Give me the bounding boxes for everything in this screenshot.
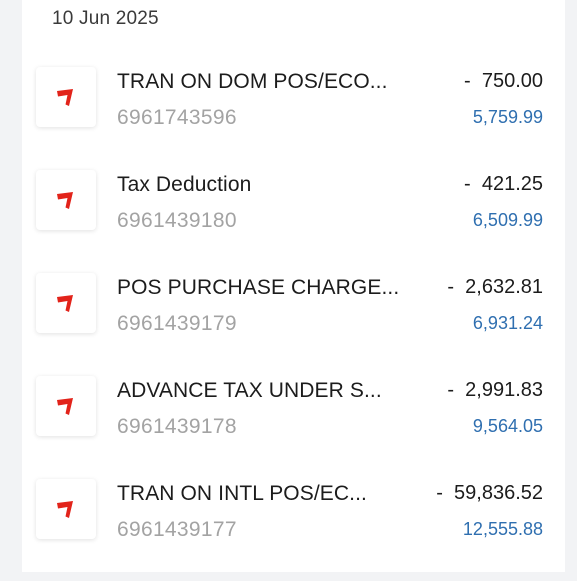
transaction-title: ADVANCE TAX UNDER S...	[117, 379, 382, 402]
transaction-balance: 6,509.99	[472, 210, 543, 230]
transaction-reference: 6961439180	[117, 209, 237, 232]
transaction-balance: 12,555.88	[462, 519, 543, 539]
transaction-icon-tile	[36, 376, 96, 436]
debit-arrow-icon	[57, 501, 73, 518]
transaction-title: TRAN ON INTL POS/EC...	[117, 482, 367, 505]
transaction-reference: 6961439177	[117, 518, 237, 541]
transaction-amount: - 2,632.81	[447, 276, 543, 298]
transaction-icon-tile	[36, 273, 96, 333]
transaction-icon-tile	[36, 170, 96, 230]
transaction-row[interactable]: ADVANCE TAX UNDER S... 6961439178 - 2,99…	[0, 357, 577, 460]
transaction-title: POS PURCHASE CHARGE...	[117, 276, 400, 299]
transaction-title: Tax Deduction	[117, 173, 252, 196]
transaction-reference: 6961439179	[117, 312, 237, 335]
transaction-balance: 9,564.05	[472, 416, 543, 436]
transaction-reference: 6961439178	[117, 415, 237, 438]
transaction-row[interactable]: Tax Deduction 6961439180 - 421.25 6,509.…	[0, 151, 577, 254]
transaction-amount: - 59,836.52	[436, 482, 543, 504]
transaction-list: TRAN ON DOM POS/ECO... 6961743596 - 750.…	[0, 0, 577, 581]
transaction-amount: - 750.00	[464, 70, 543, 92]
transaction-row[interactable]: TRAN ON DOM POS/ECO... 6961743596 - 750.…	[0, 48, 577, 151]
debit-arrow-icon	[57, 295, 73, 312]
transaction-icon-tile	[36, 67, 96, 127]
transaction-icon-tile	[36, 479, 96, 539]
transaction-row[interactable]: POS PURCHASE CHARGE... 6961439179 - 2,63…	[0, 254, 577, 357]
transaction-reference: 6961743596	[117, 106, 237, 129]
debit-arrow-icon	[57, 398, 73, 415]
transaction-row[interactable]: TRAN ON INTL POS/EC... 6961439177 - 59,8…	[0, 460, 577, 563]
transaction-amount: - 421.25	[464, 173, 543, 195]
transaction-title: TRAN ON DOM POS/ECO...	[117, 70, 388, 93]
transaction-balance: 5,759.99	[472, 107, 543, 127]
debit-arrow-icon	[57, 192, 73, 209]
transaction-amount: - 2,991.83	[447, 379, 543, 401]
transaction-balance: 6,931.24	[472, 313, 543, 333]
transaction-history-screen: 10 Jun 2025 TRAN ON DOM POS/ECO... 69617…	[0, 0, 577, 581]
debit-arrow-icon	[57, 89, 73, 106]
